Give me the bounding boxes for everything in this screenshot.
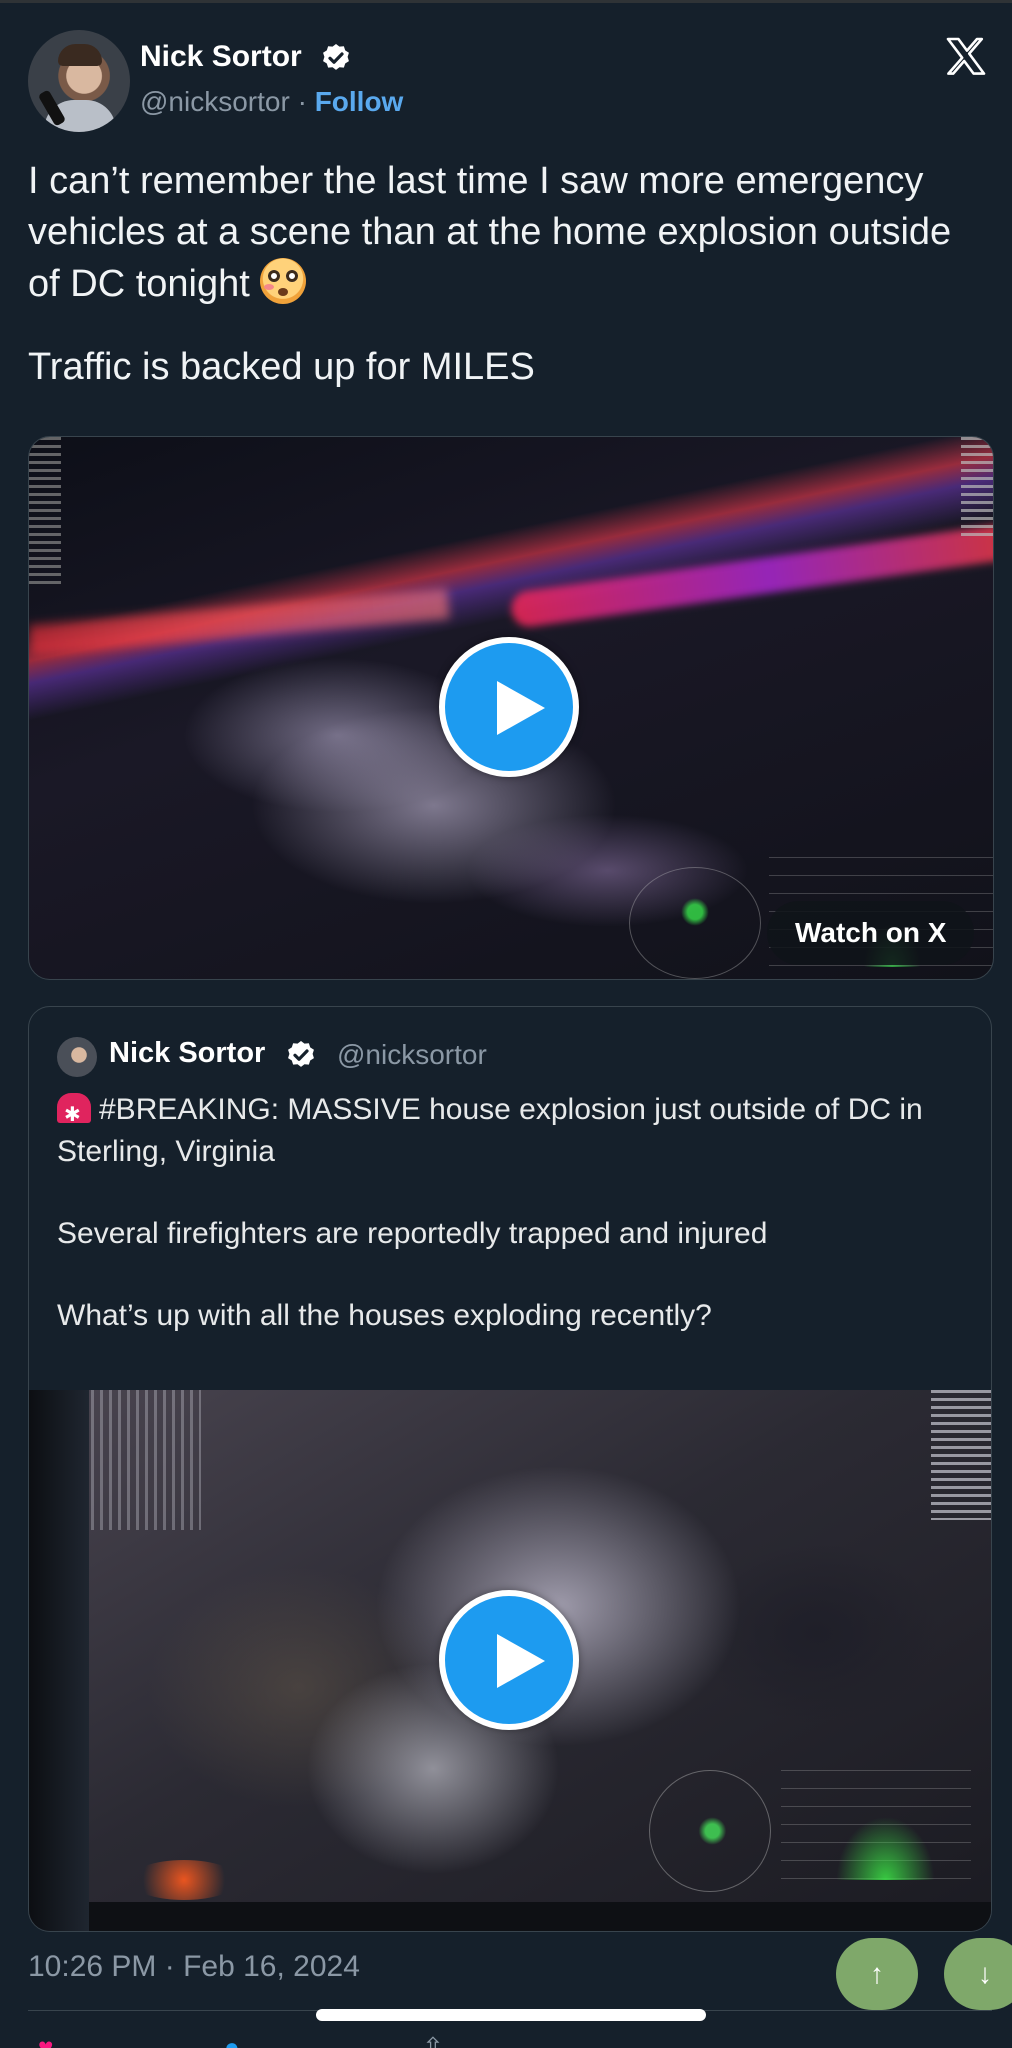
quoted-paragraph-2: Several firefighters are reportedly trap…: [57, 1217, 768, 1250]
hud-bars-left: [91, 1390, 201, 1530]
scroll-down-button[interactable]: ↓: [944, 1938, 1012, 2010]
quoted-tweet-text: #BREAKING: MASSIVE house explosion just …: [57, 1089, 967, 1337]
hud-meter-left: [29, 437, 61, 587]
scroll-up-button[interactable]: ↑: [836, 1938, 918, 2010]
hud-bars-right: [931, 1390, 991, 1520]
arrow-up-icon: ↑: [870, 1958, 884, 1989]
quoted-author-name: Nick Sortor: [109, 1037, 266, 1069]
emergency-lights-streak: [509, 520, 993, 630]
rotating-light-icon: [57, 1093, 91, 1136]
quoted-breaking-text: #BREAKING: MASSIVE house explosion just …: [57, 1093, 923, 1168]
reply-icon[interactable]: ●: [224, 2032, 240, 2048]
play-icon-quoted[interactable]: [439, 1590, 579, 1730]
tweet-timestamp[interactable]: 10:26 PM · Feb 16, 2024: [28, 1950, 360, 1984]
tweet-text: I can’t remember the last time I saw mor…: [28, 156, 978, 393]
tweet-line-1: I can’t remember the last time I saw mor…: [28, 160, 952, 305]
tweet-paragraph-2: Traffic is backed up for MILES: [28, 346, 535, 388]
emergency-lights-streak-left: [29, 588, 450, 656]
author-handle-line: @nicksortor · Follow: [140, 86, 403, 118]
separator-dot: ·: [297, 86, 307, 117]
vectorscope-overlay-quoted: [649, 1770, 771, 1892]
quoted-paragraph-1: #BREAKING: MASSIVE house explosion just …: [57, 1089, 967, 1173]
tweet-card: Nick Sortor @nicksortor · Follow I can’t…: [0, 0, 1012, 2048]
quoted-verified-badge-icon: [288, 1041, 314, 1067]
author-name[interactable]: Nick Sortor: [140, 40, 302, 74]
arrow-down-icon: ↓: [978, 1958, 992, 1989]
monitor-bezel: [29, 1390, 89, 1931]
tweet-actions-bar: ♥ ● ⇧: [28, 2030, 988, 2048]
x-logo-icon[interactable]: [942, 34, 990, 82]
author-avatar[interactable]: [28, 30, 130, 132]
quoted-paragraph-3: What’s up with all the houses exploding …: [57, 1299, 712, 1332]
play-icon[interactable]: [439, 637, 579, 777]
verified-badge-icon: [323, 44, 349, 70]
quoted-tweet-card[interactable]: Nick Sortor @nicksortor #BREAKING: MASSI…: [28, 1006, 992, 1932]
video-player-quoted[interactable]: [29, 1390, 991, 1931]
quoted-author-handle: @nicksortor: [337, 1039, 487, 1070]
heart-icon[interactable]: ♥: [38, 2032, 53, 2048]
quoted-author-avatar: [57, 1037, 97, 1077]
monitor-footer-strip: [89, 1902, 991, 1931]
vectorscope-overlay: [629, 867, 761, 979]
video-player-main[interactable]: Watch on X: [28, 436, 994, 980]
top-divider: [0, 0, 1012, 3]
watch-on-x-button[interactable]: Watch on X: [767, 901, 975, 965]
waveform-overlay-quoted: [781, 1770, 971, 1880]
avatar-hair: [58, 44, 102, 66]
follow-button[interactable]: Follow: [315, 86, 404, 117]
fire-glow: [129, 1860, 239, 1900]
author-handle[interactable]: @nicksortor: [140, 86, 290, 117]
flushed-face-emoji-icon: [260, 258, 307, 304]
share-icon[interactable]: ⇧: [422, 2032, 444, 2048]
tweet-paragraph-1: I can’t remember the last time I saw mor…: [28, 156, 978, 310]
hud-meter-right: [961, 437, 993, 537]
home-indicator: [316, 2009, 706, 2021]
